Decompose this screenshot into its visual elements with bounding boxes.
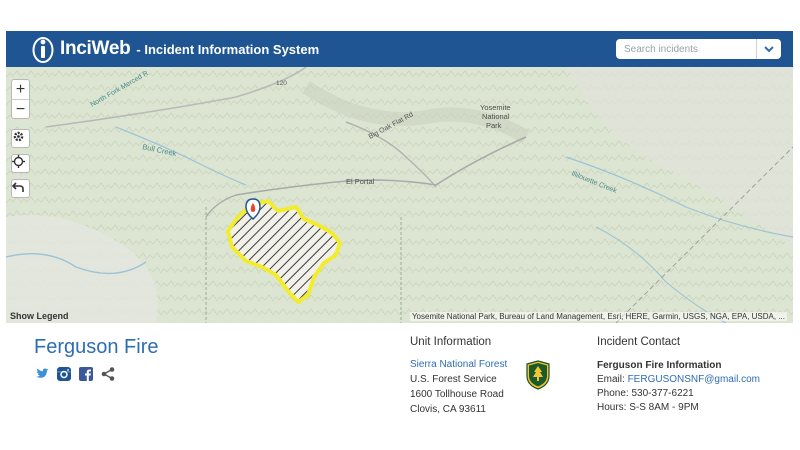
instagram-icon[interactable]: [56, 366, 72, 382]
unit-agency: U.S. Forest Service: [410, 374, 497, 385]
zoom-control: + −: [11, 79, 30, 119]
info-logo-icon: [32, 37, 54, 63]
incident-contact: Incident Contact Ferguson Fire Informati…: [597, 336, 760, 413]
incident-title: Ferguson Fire: [34, 336, 159, 358]
map-label-park: Park: [486, 121, 502, 130]
locate-button[interactable]: [11, 154, 30, 173]
email-label: Email:: [597, 374, 625, 385]
crosshair-icon: [12, 155, 25, 168]
map-attribution: Yosemite National Park, Bureau of Land M…: [409, 312, 787, 321]
contact-hours: Hours: S-S 8AM - 9PM: [597, 402, 699, 413]
map-label-el-portal: El Portal: [346, 177, 375, 186]
share-icon[interactable]: [100, 366, 116, 382]
twitter-icon[interactable]: [34, 366, 50, 382]
map-label-yosemite: Yosemite: [480, 103, 511, 112]
search-dropdown-button[interactable]: [756, 39, 781, 59]
app-subtitle: - Incident Information System: [136, 41, 320, 57]
contact-phone: Phone: 530-377-6221: [597, 388, 694, 399]
unit-name-link[interactable]: Sierra National Forest: [410, 359, 507, 370]
forest-service-shield-icon: [526, 360, 550, 390]
zoom-in-button[interactable]: +: [12, 80, 29, 99]
unit-information: Unit Information Sierra National Forest …: [410, 336, 507, 415]
contact-email-row: Email: FERGUSONSNF@gmail.com: [597, 374, 760, 385]
gear-icon: [13, 131, 24, 142]
map-label-route-120: 120: [276, 80, 287, 87]
show-legend-link[interactable]: Show Legend: [10, 311, 69, 321]
header-bar: InciWeb - Incident Information System: [6, 31, 793, 67]
search-input[interactable]: [616, 39, 759, 59]
contact-name: Ferguson Fire Information: [597, 360, 722, 371]
inciweb-logo[interactable]: InciWeb - Incident Information System: [32, 31, 319, 67]
search-box: [616, 39, 781, 59]
chevron-down-icon: [764, 45, 774, 52]
unit-address-line2: Clovis, CA 93611: [410, 404, 486, 415]
settings-button[interactable]: [11, 129, 30, 148]
back-button[interactable]: [11, 179, 30, 198]
unit-address-line1: 1600 Tollhouse Road: [410, 389, 504, 400]
social-links: [34, 366, 116, 382]
contact-email-link[interactable]: FERGUSONSNF@gmail.com: [628, 374, 760, 385]
contact-heading: Incident Contact: [597, 336, 681, 348]
unit-heading: Unit Information: [410, 336, 492, 348]
map-label-national: National: [482, 112, 510, 121]
zoom-out-button[interactable]: −: [12, 100, 29, 119]
incident-map[interactable]: Yosemite National Park El Portal Big Oak…: [6, 67, 793, 323]
undo-arrow-icon: [12, 182, 24, 192]
map-canvas[interactable]: Yosemite National Park El Portal Big Oak…: [6, 67, 793, 323]
facebook-icon[interactable]: [78, 366, 94, 382]
app-name: InciWeb: [60, 38, 131, 59]
